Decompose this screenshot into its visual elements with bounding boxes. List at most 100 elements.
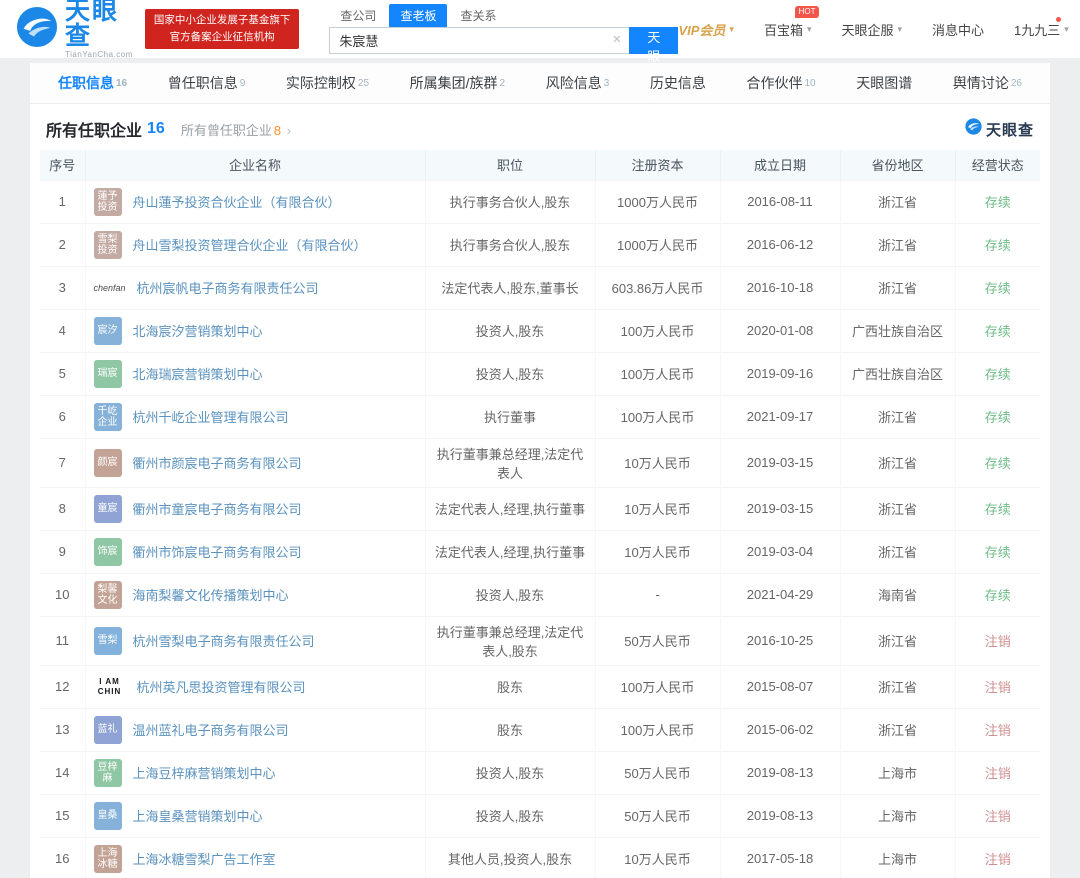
founded-date-cell: 2016-06-12 bbox=[720, 223, 840, 266]
row-index: 13 bbox=[40, 708, 85, 751]
founded-date-cell: 2020-01-08 bbox=[720, 309, 840, 352]
header-menu-item[interactable]: 天眼企服▾ bbox=[841, 20, 902, 39]
tab-风险信息[interactable]: 风险信息3 bbox=[546, 73, 610, 93]
position-cell: 执行事务合伙人,股东 bbox=[425, 223, 595, 266]
row-index: 9 bbox=[40, 530, 85, 573]
status-badge: 存续 bbox=[955, 530, 1040, 573]
province-cell: 上海市 bbox=[840, 751, 955, 794]
status-badge: 存续 bbox=[955, 573, 1040, 616]
search-type-tab[interactable]: 查老板 bbox=[389, 4, 447, 27]
company-name-link[interactable]: 上海冰糖雪梨广告工作室 bbox=[133, 849, 276, 868]
section-title: 所有任职企业 bbox=[46, 117, 142, 141]
table-row: 6 千屹企业 杭州千屹企业管理有限公司 执行董事 100万人民币 2021-09… bbox=[40, 395, 1040, 438]
tab-天眼图谱[interactable]: 天眼图谱 bbox=[856, 73, 912, 93]
founded-date-cell: 2016-08-11 bbox=[720, 180, 840, 223]
province-cell: 广西壮族自治区 bbox=[840, 352, 955, 395]
status-badge: 存续 bbox=[955, 180, 1040, 223]
profile-tab-bar: 任职信息16曾任职信息9实际控制权25所属集团/族群2风险信息3历史信息合作伙伴… bbox=[30, 63, 1050, 104]
company-name-link[interactable]: 衢州市童宸电子商务有限公司 bbox=[133, 499, 302, 518]
table-row: 8 童宸 衢州市童宸电子商务有限公司 法定代表人,经理,执行董事 10万人民币 … bbox=[40, 487, 1040, 530]
search-input[interactable] bbox=[329, 27, 629, 54]
company-name-link[interactable]: 杭州宸帆电子商务有限责任公司 bbox=[137, 278, 319, 297]
status-badge: 注销 bbox=[955, 837, 1040, 878]
logo-subtitle: TianYanCha.com bbox=[65, 51, 133, 59]
province-cell: 广西壮族自治区 bbox=[840, 309, 955, 352]
tianyancha-watermark-icon bbox=[965, 118, 982, 140]
company-name-link[interactable]: 北海瑞宸营销策划中心 bbox=[133, 364, 263, 383]
tab-曾任职信息[interactable]: 曾任职信息9 bbox=[168, 73, 246, 93]
position-cell: 执行董事兼总经理,法定代表人 bbox=[425, 438, 595, 487]
tab-实际控制权[interactable]: 实际控制权25 bbox=[286, 73, 369, 93]
company-logo-icon: 上海冰糖 bbox=[94, 845, 122, 873]
registered-capital-cell: 10万人民币 bbox=[595, 487, 720, 530]
position-cell: 执行董事 bbox=[425, 395, 595, 438]
table-row: 14 豆梓麻 上海豆梓麻营销策划中心 投资人,股东 50万人民币 2019-08… bbox=[40, 751, 1040, 794]
position-cell: 股东 bbox=[425, 665, 595, 708]
company-logo-icon: 童宸 bbox=[94, 495, 122, 523]
company-logo-icon: 梨馨文化 bbox=[94, 581, 122, 609]
registered-capital-cell: 10万人民币 bbox=[595, 530, 720, 573]
company-name-link[interactable]: 海南梨馨文化传播策划中心 bbox=[133, 585, 289, 604]
company-name-link[interactable]: 舟山蓮予投资合伙企业（有限合伙） bbox=[133, 192, 341, 211]
company-name-link[interactable]: 上海皇桑营销策划中心 bbox=[133, 806, 263, 825]
company-logo-icon: 颜宸 bbox=[94, 449, 122, 477]
position-cell: 投资人,股东 bbox=[425, 309, 595, 352]
former-companies-link[interactable]: 所有曾任职企业8 › bbox=[181, 120, 291, 139]
company-name-link[interactable]: 杭州千屹企业管理有限公司 bbox=[133, 407, 289, 426]
status-badge: 存续 bbox=[955, 266, 1040, 309]
row-index: 7 bbox=[40, 438, 85, 487]
company-name-link[interactable]: 温州蓝礼电子商务有限公司 bbox=[133, 720, 289, 739]
tab-所属集团/族群[interactable]: 所属集团/族群2 bbox=[410, 73, 505, 93]
profile-card: 任职信息16曾任职信息9实际控制权25所属集团/族群2风险信息3历史信息合作伙伴… bbox=[30, 63, 1050, 878]
header-menu-item[interactable]: 1九九三▾ bbox=[1014, 20, 1069, 39]
tianyancha-logo[interactable]: 天眼查 TianYanCha.com bbox=[16, 0, 133, 59]
row-index: 14 bbox=[40, 751, 85, 794]
row-index: 16 bbox=[40, 837, 85, 878]
company-logo-icon: 宸汐 bbox=[94, 317, 122, 345]
search-type-tab[interactable]: 查公司 bbox=[329, 4, 387, 27]
province-cell: 浙江省 bbox=[840, 266, 955, 309]
header-menu-item[interactable]: 百宝箱▾HOT bbox=[764, 20, 812, 39]
company-name-link[interactable]: 舟山雪梨投资管理合伙企业（有限合伙） bbox=[133, 235, 367, 254]
company-logo-icon: chenfan bbox=[94, 283, 126, 293]
status-badge: 存续 bbox=[955, 438, 1040, 487]
clear-search-icon[interactable]: ✕ bbox=[612, 33, 621, 46]
company-logo-icon: 千屹企业 bbox=[94, 403, 122, 431]
province-cell: 浙江省 bbox=[840, 223, 955, 266]
company-name-link[interactable]: 北海宸汐营销策划中心 bbox=[133, 321, 263, 340]
company-name-link[interactable]: 衢州市饰宸电子商务有限公司 bbox=[133, 542, 302, 561]
search-area: 查公司查老板查关系 ✕ 天眼一下 bbox=[329, 4, 678, 54]
company-logo-icon: 瑞宸 bbox=[94, 360, 122, 388]
search-type-tab[interactable]: 查关系 bbox=[449, 4, 507, 27]
position-cell: 法定代表人,经理,执行董事 bbox=[425, 530, 595, 573]
registered-capital-cell: - bbox=[595, 573, 720, 616]
row-index: 6 bbox=[40, 395, 85, 438]
status-badge: 注销 bbox=[955, 616, 1040, 665]
founded-date-cell: 2016-10-25 bbox=[720, 616, 840, 665]
search-button[interactable]: 天眼一下 bbox=[629, 27, 678, 54]
founded-date-cell: 2016-10-18 bbox=[720, 266, 840, 309]
company-name-link[interactable]: 上海豆梓麻营销策划中心 bbox=[133, 763, 276, 782]
province-cell: 上海市 bbox=[840, 794, 955, 837]
founded-date-cell: 2019-03-04 bbox=[720, 530, 840, 573]
company-logo-icon: 蓮予投资 bbox=[94, 188, 122, 216]
company-name-link[interactable]: 杭州雪梨电子商务有限责任公司 bbox=[133, 631, 315, 650]
company-name-link[interactable]: 杭州英凡思投资管理有限公司 bbox=[137, 677, 306, 696]
tab-舆情讨论[interactable]: 舆情讨论26 bbox=[953, 73, 1022, 93]
table-row: 1 蓮予投资 舟山蓮予投资合伙企业（有限合伙） 执行事务合伙人,股东 1000万… bbox=[40, 180, 1040, 223]
user-menu: VIP会员▾ 百宝箱▾HOT 天眼企服▾ 消息中心 1九九三▾ bbox=[678, 20, 1068, 39]
position-cell: 投资人,股东 bbox=[425, 751, 595, 794]
chevron-down-icon: ▾ bbox=[1064, 24, 1069, 35]
tab-合作伙伴[interactable]: 合作伙伴10 bbox=[746, 73, 815, 93]
tianyancha-logo-icon bbox=[16, 6, 58, 53]
registered-capital-cell: 100万人民币 bbox=[595, 352, 720, 395]
company-name-link[interactable]: 衢州市颜宸电子商务有限公司 bbox=[133, 453, 302, 472]
tab-任职信息[interactable]: 任职信息16 bbox=[58, 73, 127, 93]
chevron-right-icon: › bbox=[287, 123, 291, 138]
status-badge: 存续 bbox=[955, 309, 1040, 352]
founded-date-cell: 2019-08-13 bbox=[720, 751, 840, 794]
header-menu-item[interactable]: 消息中心 bbox=[932, 20, 984, 39]
position-cell: 法定代表人,股东,董事长 bbox=[425, 266, 595, 309]
header-menu-item[interactable]: VIP会员▾ bbox=[678, 20, 734, 39]
position-cell: 投资人,股东 bbox=[425, 352, 595, 395]
